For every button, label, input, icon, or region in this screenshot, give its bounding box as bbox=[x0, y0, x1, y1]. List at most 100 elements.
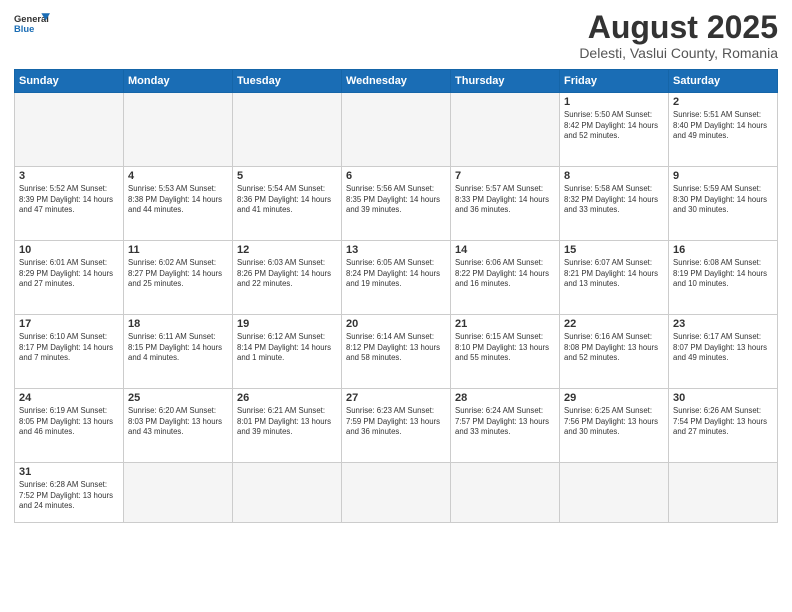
day-number: 25 bbox=[128, 392, 228, 404]
col-wednesday: Wednesday bbox=[342, 70, 451, 93]
day-number: 6 bbox=[346, 170, 446, 182]
day-info: Sunrise: 5:50 AM Sunset: 8:42 PM Dayligh… bbox=[564, 110, 664, 142]
day-number: 2 bbox=[673, 96, 773, 108]
day-info: Sunrise: 6:20 AM Sunset: 8:03 PM Dayligh… bbox=[128, 406, 228, 438]
day-number: 13 bbox=[346, 244, 446, 256]
table-row bbox=[451, 93, 560, 167]
day-number: 8 bbox=[564, 170, 664, 182]
col-monday: Monday bbox=[124, 70, 233, 93]
table-row bbox=[560, 463, 669, 523]
day-info: Sunrise: 6:19 AM Sunset: 8:05 PM Dayligh… bbox=[19, 406, 119, 438]
table-row bbox=[451, 463, 560, 523]
day-number: 22 bbox=[564, 318, 664, 330]
col-thursday: Thursday bbox=[451, 70, 560, 93]
table-row: 25 Sunrise: 6:20 AM Sunset: 8:03 PM Dayli… bbox=[124, 389, 233, 463]
day-number: 21 bbox=[455, 318, 555, 330]
day-number: 1 bbox=[564, 96, 664, 108]
table-row: 14 Sunrise: 6:06 AM Sunset: 8:22 PM Dayli… bbox=[451, 241, 560, 315]
day-number: 4 bbox=[128, 170, 228, 182]
day-info: Sunrise: 5:51 AM Sunset: 8:40 PM Dayligh… bbox=[673, 110, 773, 142]
table-row: 17 Sunrise: 6:10 AM Sunset: 8:17 PM Dayli… bbox=[15, 315, 124, 389]
day-info: Sunrise: 6:01 AM Sunset: 8:29 PM Dayligh… bbox=[19, 258, 119, 290]
svg-text:Blue: Blue bbox=[14, 24, 34, 34]
day-number: 20 bbox=[346, 318, 446, 330]
day-info: Sunrise: 6:14 AM Sunset: 8:12 PM Dayligh… bbox=[346, 332, 446, 364]
day-number: 28 bbox=[455, 392, 555, 404]
day-number: 12 bbox=[237, 244, 337, 256]
table-row: 16 Sunrise: 6:08 AM Sunset: 8:19 PM Dayli… bbox=[669, 241, 778, 315]
table-row bbox=[124, 93, 233, 167]
day-info: Sunrise: 5:59 AM Sunset: 8:30 PM Dayligh… bbox=[673, 184, 773, 216]
day-info: Sunrise: 6:06 AM Sunset: 8:22 PM Dayligh… bbox=[455, 258, 555, 290]
col-saturday: Saturday bbox=[669, 70, 778, 93]
table-row: 29 Sunrise: 6:25 AM Sunset: 7:56 PM Dayli… bbox=[560, 389, 669, 463]
table-row: 12Sunrise: 6:03 AM Sunset: 8:26 PM Dayli… bbox=[233, 241, 342, 315]
day-number: 11 bbox=[128, 244, 228, 256]
table-row: 13Sunrise: 6:05 AM Sunset: 8:24 PM Dayli… bbox=[342, 241, 451, 315]
day-info: Sunrise: 6:23 AM Sunset: 7:59 PM Dayligh… bbox=[346, 406, 446, 438]
table-row: 31Sunrise: 6:28 AM Sunset: 7:52 PM Dayli… bbox=[15, 463, 124, 523]
table-row: 10 Sunrise: 6:01 AM Sunset: 8:29 PM Dayli… bbox=[15, 241, 124, 315]
day-info: Sunrise: 6:17 AM Sunset: 8:07 PM Dayligh… bbox=[673, 332, 773, 364]
table-row bbox=[342, 93, 451, 167]
day-number: 3 bbox=[19, 170, 119, 182]
day-number: 15 bbox=[564, 244, 664, 256]
page-title: August 2025 bbox=[579, 10, 778, 45]
day-info: Sunrise: 6:10 AM Sunset: 8:17 PM Dayligh… bbox=[19, 332, 119, 364]
day-number: 16 bbox=[673, 244, 773, 256]
day-info: Sunrise: 5:52 AM Sunset: 8:39 PM Dayligh… bbox=[19, 184, 119, 216]
table-row: 9 Sunrise: 5:59 AM Sunset: 8:30 PM Daylig… bbox=[669, 167, 778, 241]
day-info: Sunrise: 6:21 AM Sunset: 8:01 PM Dayligh… bbox=[237, 406, 337, 438]
table-row: 24 Sunrise: 6:19 AM Sunset: 8:05 PM Dayli… bbox=[15, 389, 124, 463]
table-row: 18Sunrise: 6:11 AM Sunset: 8:15 PM Dayli… bbox=[124, 315, 233, 389]
day-number: 23 bbox=[673, 318, 773, 330]
day-info: Sunrise: 5:53 AM Sunset: 8:38 PM Dayligh… bbox=[128, 184, 228, 216]
table-row: 23 Sunrise: 6:17 AM Sunset: 8:07 PM Dayli… bbox=[669, 315, 778, 389]
calendar-header-row: Sunday Monday Tuesday Wednesday Thursday… bbox=[15, 70, 778, 93]
col-sunday: Sunday bbox=[15, 70, 124, 93]
table-row bbox=[233, 93, 342, 167]
day-number: 5 bbox=[237, 170, 337, 182]
day-info: Sunrise: 5:57 AM Sunset: 8:33 PM Dayligh… bbox=[455, 184, 555, 216]
day-info: Sunrise: 6:07 AM Sunset: 8:21 PM Dayligh… bbox=[564, 258, 664, 290]
table-row: 26Sunrise: 6:21 AM Sunset: 8:01 PM Dayli… bbox=[233, 389, 342, 463]
day-info: Sunrise: 5:56 AM Sunset: 8:35 PM Dayligh… bbox=[346, 184, 446, 216]
table-row: 7 Sunrise: 5:57 AM Sunset: 8:33 PM Daylig… bbox=[451, 167, 560, 241]
calendar-table: Sunday Monday Tuesday Wednesday Thursday… bbox=[14, 69, 778, 523]
day-number: 10 bbox=[19, 244, 119, 256]
table-row: 22Sunrise: 6:16 AM Sunset: 8:08 PM Dayli… bbox=[560, 315, 669, 389]
table-row: 2 Sunrise: 5:51 AM Sunset: 8:40 PM Daylig… bbox=[669, 93, 778, 167]
title-block: August 2025 Delesti, Vaslui County, Roma… bbox=[579, 10, 778, 61]
table-row bbox=[669, 463, 778, 523]
table-row: 1 Sunrise: 5:50 AM Sunset: 8:42 PM Daylig… bbox=[560, 93, 669, 167]
day-number: 9 bbox=[673, 170, 773, 182]
table-row: 30Sunrise: 6:26 AM Sunset: 7:54 PM Dayli… bbox=[669, 389, 778, 463]
table-row: 11Sunrise: 6:02 AM Sunset: 8:27 PM Dayli… bbox=[124, 241, 233, 315]
table-row bbox=[15, 93, 124, 167]
table-row: 5 Sunrise: 5:54 AM Sunset: 8:36 PM Daylig… bbox=[233, 167, 342, 241]
page-header: General Blue August 2025 Delesti, Vaslui… bbox=[14, 10, 778, 61]
col-tuesday: Tuesday bbox=[233, 70, 342, 93]
day-info: Sunrise: 5:58 AM Sunset: 8:32 PM Dayligh… bbox=[564, 184, 664, 216]
day-number: 27 bbox=[346, 392, 446, 404]
day-info: Sunrise: 6:12 AM Sunset: 8:14 PM Dayligh… bbox=[237, 332, 337, 364]
day-number: 29 bbox=[564, 392, 664, 404]
day-number: 18 bbox=[128, 318, 228, 330]
general-blue-logo-icon: General Blue bbox=[14, 10, 50, 38]
table-row bbox=[124, 463, 233, 523]
day-info: Sunrise: 5:54 AM Sunset: 8:36 PM Dayligh… bbox=[237, 184, 337, 216]
table-row: 8 Sunrise: 5:58 AM Sunset: 8:32 PM Daylig… bbox=[560, 167, 669, 241]
day-number: 24 bbox=[19, 392, 119, 404]
day-number: 19 bbox=[237, 318, 337, 330]
table-row: 19 Sunrise: 6:12 AM Sunset: 8:14 PM Dayli… bbox=[233, 315, 342, 389]
day-info: Sunrise: 6:26 AM Sunset: 7:54 PM Dayligh… bbox=[673, 406, 773, 438]
day-number: 17 bbox=[19, 318, 119, 330]
day-info: Sunrise: 6:25 AM Sunset: 7:56 PM Dayligh… bbox=[564, 406, 664, 438]
col-friday: Friday bbox=[560, 70, 669, 93]
day-number: 7 bbox=[455, 170, 555, 182]
day-info: Sunrise: 6:15 AM Sunset: 8:10 PM Dayligh… bbox=[455, 332, 555, 364]
day-info: Sunrise: 6:08 AM Sunset: 8:19 PM Dayligh… bbox=[673, 258, 773, 290]
table-row: 28 Sunrise: 6:24 AM Sunset: 7:57 PM Dayli… bbox=[451, 389, 560, 463]
day-number: 14 bbox=[455, 244, 555, 256]
day-info: Sunrise: 6:24 AM Sunset: 7:57 PM Dayligh… bbox=[455, 406, 555, 438]
